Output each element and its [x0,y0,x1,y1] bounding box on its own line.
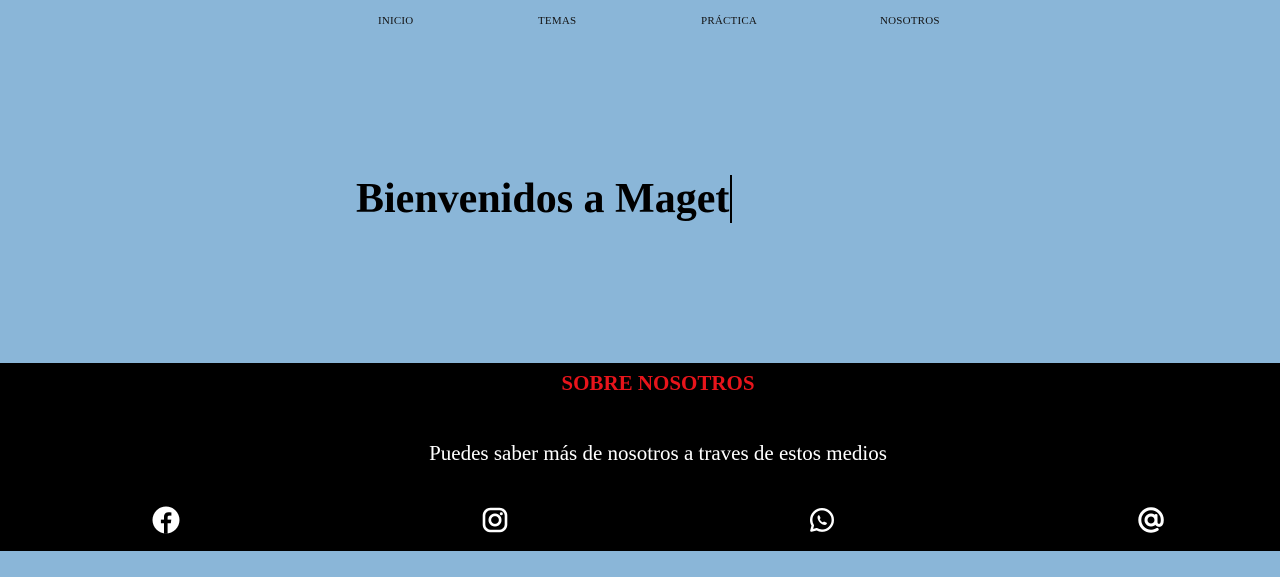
instagram-link[interactable] [480,505,510,535]
nav-item-practica[interactable]: PRÁCTICA [701,15,757,27]
page: INICIO TEMAS PRÁCTICA NOSOTROS Bienvenid… [0,0,1280,577]
hero-title-text: Bienvenidos a Maget [356,176,730,222]
nav-item-inicio[interactable]: INICIO [378,15,413,27]
facebook-link[interactable] [151,505,181,535]
facebook-icon [152,506,180,534]
hero-title: Bienvenidos a Maget [356,174,733,224]
typing-caret [730,175,733,224]
footer-title: SOBRE NOSOTROS [561,371,755,395]
instagram-icon [482,507,508,533]
footer-section: SOBRE NOSOTROS Puedes saber más de nosot… [0,363,1280,551]
at-sign-icon [1138,507,1164,533]
nav-item-nosotros[interactable]: NOSOTROS [880,15,940,27]
footer-description: Puedes saber más de nosotros a traves de… [429,441,887,465]
whatsapp-icon [810,508,834,532]
whatsapp-link[interactable] [807,505,837,535]
nav-item-temas[interactable]: TEMAS [538,15,576,27]
top-nav: INICIO TEMAS PRÁCTICA NOSOTROS [0,0,1280,44]
email-link[interactable] [1136,505,1166,535]
